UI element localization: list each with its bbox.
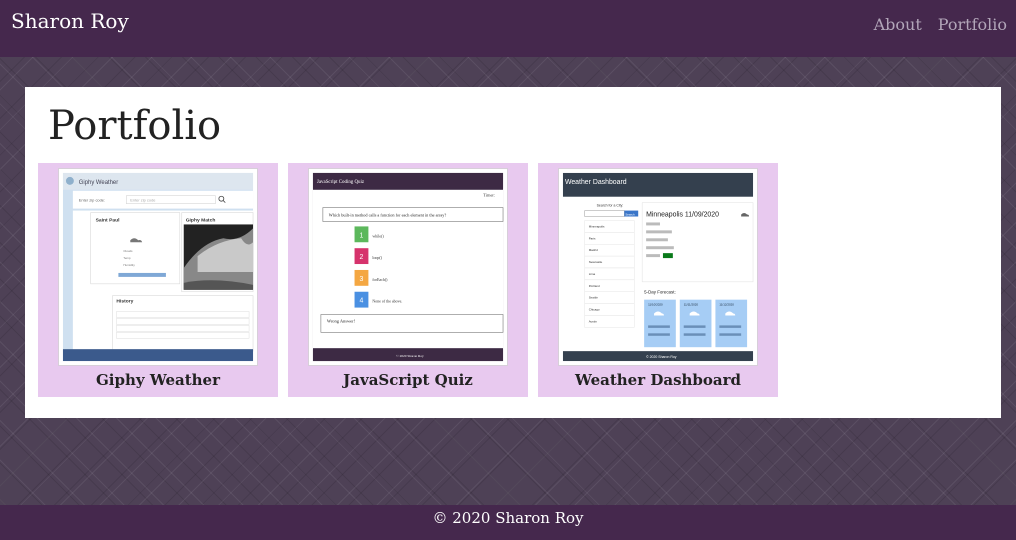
- thumb-search-button: Search: [625, 213, 635, 217]
- project-thumbnail[interactable]: JavaScript Coding Quiz Timer: Which buil…: [308, 168, 508, 366]
- project-thumbnail[interactable]: Giphy Weather Enter zip code: Enter zip …: [58, 168, 258, 366]
- svg-text:Humidity: Humidity: [123, 263, 135, 267]
- thumb-forecast-title: 5-Day Forecast:: [644, 290, 676, 295]
- thumb-city-item: Paris: [589, 236, 596, 240]
- page-title: Portfolio: [48, 103, 222, 149]
- project-thumbnail[interactable]: Weather Dashboard Search for a City: Sea…: [558, 168, 758, 366]
- thumb-search-label: Search for a City:: [597, 204, 624, 208]
- thumb-footer: © 2020 Sharon Roy: [646, 355, 677, 359]
- thumb-feedback: Wrong Answer!: [327, 318, 355, 323]
- thumb-giphy-title: Giphy Match: [186, 217, 216, 223]
- thumb-city-item: Minneapolis: [589, 224, 605, 228]
- nav-links: About Portfolio: [874, 15, 1007, 34]
- svg-text:1: 1: [359, 232, 363, 239]
- thumb-city-item: Austin: [589, 319, 598, 323]
- svg-text:2: 2: [359, 254, 363, 261]
- javascript-quiz-screenshot: JavaScript Coding Quiz Timer: Which buil…: [309, 169, 507, 365]
- thumb-city: Saint Paul: [96, 217, 120, 223]
- thumb-app-title: Weather Dashboard: [565, 179, 627, 186]
- thumb-search-placeholder: Enter zip code: [130, 198, 156, 203]
- giphy-weather-screenshot: Giphy Weather Enter zip code: Enter zip …: [59, 169, 257, 365]
- thumb-answer-1: while(): [372, 233, 384, 238]
- thumb-forecast-date: 11/10/2020: [648, 303, 663, 307]
- thumb-city-item: Lima: [589, 272, 596, 276]
- thumb-current-city: Minneapolis 11/09/2020: [646, 212, 719, 219]
- project-title[interactable]: Giphy Weather: [58, 368, 258, 393]
- project-title[interactable]: JavaScript Quiz: [308, 368, 508, 393]
- project-card-weather-dashboard[interactable]: Weather Dashboard Search for a City: Sea…: [538, 163, 778, 397]
- thumb-city-item: Newcastle: [589, 260, 603, 264]
- thumb-footer: © 2020 Sharon Roy: [396, 353, 424, 358]
- thumb-answer-2: loop(): [372, 255, 382, 260]
- brand-link[interactable]: Sharon Roy: [11, 9, 129, 33]
- nav-link-about[interactable]: About: [874, 15, 922, 34]
- thumb-city-item: Chicago: [589, 308, 600, 312]
- navbar: Sharon Roy About Portfolio: [0, 0, 1016, 57]
- svg-text:3: 3: [359, 276, 363, 283]
- project-title[interactable]: Weather Dashboard: [558, 368, 758, 393]
- svg-text:Clouds: Clouds: [123, 249, 133, 253]
- svg-text:Temp: Temp: [123, 256, 131, 260]
- project-card-giphy-weather[interactable]: Giphy Weather Enter zip code: Enter zip …: [38, 163, 278, 397]
- thumb-answer-3: forEach(): [372, 277, 388, 282]
- weather-dashboard-screenshot: Weather Dashboard Search for a City: Sea…: [559, 169, 757, 365]
- thumb-answer-4: None of the above.: [372, 299, 402, 304]
- footer-copyright: © 2020 Sharon Roy: [432, 509, 584, 527]
- site-footer: © 2020 Sharon Roy: [0, 505, 1016, 540]
- project-card-javascript-quiz[interactable]: JavaScript Coding Quiz Timer: Which buil…: [288, 163, 528, 397]
- thumb-app-title: Giphy Weather: [79, 180, 118, 186]
- svg-text:4: 4: [359, 298, 363, 305]
- svg-text:Enter zip code:: Enter zip code:: [79, 198, 105, 203]
- thumb-history-title: History: [116, 299, 133, 305]
- thumb-timer: Timer:: [483, 193, 495, 198]
- thumb-city-item: Madrid: [589, 248, 598, 252]
- thumb-question: Which built-in method calls a function f…: [329, 213, 447, 218]
- thumb-forecast-date: 11/12/2020: [719, 303, 734, 307]
- nav-link-portfolio[interactable]: Portfolio: [938, 15, 1007, 34]
- thumb-app-title: JavaScript Coding Quiz: [317, 180, 365, 185]
- thumb-city-item: Portland: [589, 284, 600, 288]
- thumb-city-item: Seattle: [589, 296, 599, 300]
- thumb-forecast-date: 11/11/2020: [684, 303, 699, 307]
- portfolio-panel: Portfolio Giphy Weather Enter zip code: …: [25, 87, 1001, 418]
